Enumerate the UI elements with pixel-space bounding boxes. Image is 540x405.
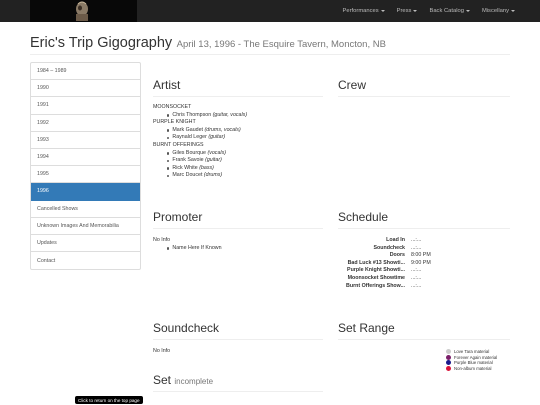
list-item: Name Here If Known xyxy=(153,245,222,253)
navbar: Performances Press Back Catalog Miscella… xyxy=(0,0,540,22)
legend-swatch xyxy=(446,349,451,355)
bullet-icon xyxy=(167,152,170,155)
schedule-row: Load In...:... xyxy=(386,237,422,243)
page-title: Eric's Trip Gigography April 13, 1996 - … xyxy=(30,34,386,52)
list-item: Rick White (bass) xyxy=(153,165,247,173)
crew-divider xyxy=(338,96,510,97)
schedule-heading: Schedule xyxy=(338,210,389,224)
bullet-icon xyxy=(167,174,170,178)
bullet-icon xyxy=(167,129,170,132)
sidebar-item-1990[interactable]: 1990 xyxy=(31,80,140,98)
sidebar-item-contact[interactable]: Contact xyxy=(31,252,140,269)
schedule-row: Purple Knight Showti......:... xyxy=(347,267,422,274)
sidebar-item-unknown-images[interactable]: Unknown Images And Memorabilia xyxy=(31,218,140,235)
nav-press[interactable]: Press xyxy=(397,8,418,14)
soundcheck-divider xyxy=(153,339,323,340)
artist-heading: Artist xyxy=(153,78,181,92)
schedule-row: Doors 8:00 PM xyxy=(389,252,431,259)
set-range-heading: Set Range xyxy=(338,321,395,335)
sidebar-item-1996[interactable]: 1996 xyxy=(31,183,140,201)
chevron-down-icon xyxy=(380,10,385,12)
band-name: BURNT OFFERINGS xyxy=(153,141,204,148)
schedule-table: Load In...:... Soundcheck...:... Doors 8:… xyxy=(338,237,431,290)
crew-heading: Crew xyxy=(338,78,367,92)
legend-swatch xyxy=(446,354,451,360)
promoter-heading: Promoter xyxy=(153,210,203,224)
set-range-divider xyxy=(338,339,510,340)
back-to-top-tooltip[interactable]: Click to return on the top page xyxy=(75,396,143,404)
soundcheck-info: No Info xyxy=(153,348,171,354)
list-item: Mark Gaudet (drums, vocals) xyxy=(153,127,247,135)
schedule-row: Bad Luck #13 Showti... 9:00 PM xyxy=(347,259,431,266)
list-item: Marc Doucet (drums) xyxy=(153,172,247,180)
bullet-icon xyxy=(167,136,170,140)
site-logo[interactable] xyxy=(30,0,137,22)
sidebar-item-cancelled-shows[interactable]: Cancelled Shows xyxy=(31,201,140,218)
artist-divider xyxy=(153,96,323,97)
sidebar-item-1984-1989[interactable]: 1984 – 1989 xyxy=(31,63,140,81)
schedule-divider xyxy=(338,228,510,229)
band-name: MOONSOCKET xyxy=(153,104,192,110)
nav-back-catalog[interactable]: Back Catalog xyxy=(429,8,470,14)
chevron-down-icon xyxy=(511,10,515,12)
list-item: Raynald Leger (guitar) xyxy=(153,134,247,142)
chevron-down-icon xyxy=(465,10,470,12)
sidebar: 1984 – 1989 1990 1991 1992 1993 1994 199… xyxy=(30,62,141,271)
sidebar-item-1994[interactable]: 1994 xyxy=(31,149,140,167)
sidebar-item-1995[interactable]: 1995 xyxy=(31,166,140,184)
set-heading: Set incomplete xyxy=(153,373,213,387)
sidebar-item-1992[interactable]: 1992 xyxy=(31,115,140,132)
chevron-down-icon xyxy=(413,10,418,12)
sidebar-item-1993[interactable]: 1993 xyxy=(31,132,140,149)
sidebar-item-updates[interactable]: Updates xyxy=(31,235,140,253)
logo-emblem-icon xyxy=(76,1,88,21)
page-title-sub: April 13, 1996 - The Esquire Tavern, Mon… xyxy=(176,39,386,50)
bullet-icon xyxy=(167,159,170,163)
sidebar-item-1991[interactable]: 1991 xyxy=(31,97,140,115)
promoter-info: No Info Name Here If Known xyxy=(153,237,222,252)
legend-swatch xyxy=(446,366,451,372)
legend-swatch xyxy=(446,360,451,366)
list-item: Chris Thompson (guitar, vocals) xyxy=(153,112,247,120)
title-divider xyxy=(30,54,510,55)
bullet-icon xyxy=(167,114,170,117)
set-divider xyxy=(153,391,323,392)
set-range-legend: Love Tara material Forever Again materia… xyxy=(446,349,504,372)
schedule-row: Burnt Offerings Show......:... xyxy=(346,282,422,289)
nav-miscellany[interactable]: Miscellany xyxy=(482,8,515,14)
list-item: Frank Savoie (guitar) xyxy=(153,157,247,165)
artist-list: MOONSOCKET Chris Thompson (guitar, vocal… xyxy=(153,104,247,180)
soundcheck-heading: Soundcheck xyxy=(153,321,220,335)
band-name: PURPLE KNIGHT xyxy=(153,119,196,126)
bullet-icon xyxy=(167,167,170,170)
schedule-row: Soundcheck...:... xyxy=(373,244,422,251)
list-item: Giles Bourque (vocals) xyxy=(153,150,247,158)
page-title-main: Eric's Trip Gigography xyxy=(30,35,173,51)
schedule-row: Moonsocket Showtime...:... xyxy=(347,274,422,281)
set-status-note: incomplete xyxy=(174,377,214,386)
bullet-icon xyxy=(167,247,170,250)
promoter-line: No Info xyxy=(153,237,171,243)
promoter-divider xyxy=(153,228,323,229)
set-heading-text: Set xyxy=(153,373,172,387)
nav-performances[interactable]: Performances xyxy=(343,8,385,14)
legend-item: Non-album material xyxy=(446,366,504,372)
